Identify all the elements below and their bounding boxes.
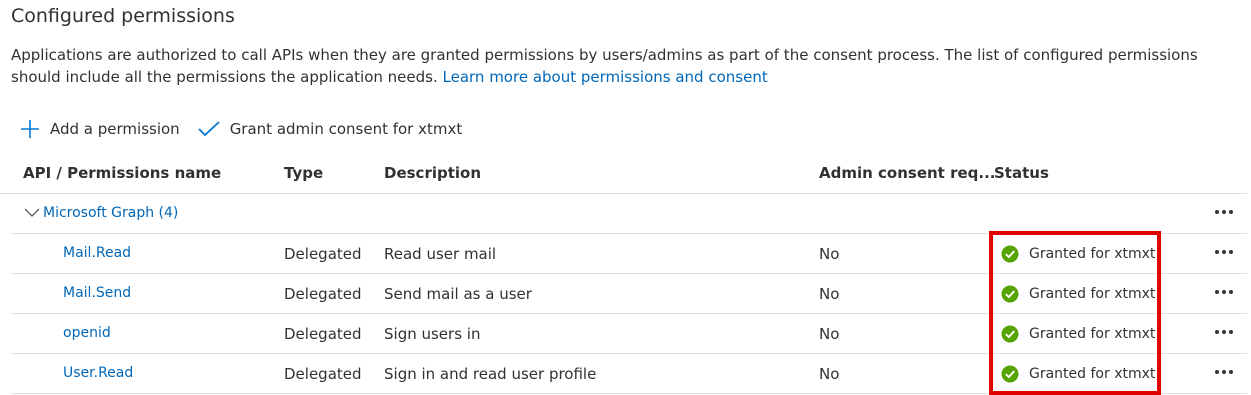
column-header-description[interactable]: Description [384, 164, 481, 182]
permission-description: Sign users in [384, 325, 481, 343]
check-circle-icon [1001, 365, 1019, 383]
more-horizontal-icon [1215, 370, 1219, 374]
column-header-admin-consent[interactable]: Admin consent req... [819, 164, 995, 182]
more-horizontal-icon [1215, 290, 1219, 294]
more-horizontal-icon [1215, 210, 1219, 214]
permission-link[interactable]: Mail.Read [63, 245, 131, 261]
table-row: User.Read Delegated Sign in and read use… [11, 354, 1247, 394]
page-description: Applications are authorized to call APIs… [11, 44, 1247, 88]
group-toggle-microsoft-graph[interactable]: Microsoft Graph (4) [23, 205, 178, 221]
more-options-button[interactable] [1211, 360, 1237, 384]
more-options-button[interactable] [1211, 240, 1237, 264]
chevron-down-icon [24, 208, 40, 217]
table-row: Mail.Send Delegated Send mail as a user … [11, 274, 1247, 314]
check-circle-icon [1001, 325, 1019, 343]
checkmark-icon [198, 121, 220, 137]
more-horizontal-icon [1215, 250, 1219, 254]
column-header-type[interactable]: Type [284, 164, 323, 182]
table-header: API / Permissions name Type Description … [0, 157, 1247, 194]
status-badge: Granted for xtmxt [1001, 245, 1155, 263]
admin-consent-value: No [819, 285, 840, 303]
plus-icon [21, 120, 39, 138]
permission-description: Send mail as a user [384, 285, 532, 303]
table-row: openid Delegated Sign users in No Grante… [11, 314, 1247, 354]
permission-link[interactable]: openid [63, 325, 111, 341]
permission-link[interactable]: User.Read [63, 365, 133, 381]
more-options-button[interactable] [1211, 200, 1237, 224]
admin-consent-value: No [819, 245, 840, 263]
status-text: Granted for xtmxt [1029, 366, 1156, 382]
table-row: Mail.Read Delegated Read user mail No Gr… [11, 234, 1247, 274]
learn-more-link[interactable]: Learn more about permissions and consent [443, 68, 768, 86]
check-circle-icon [1001, 245, 1019, 263]
grant-admin-consent-label: Grant admin consent for xtmxt [229, 120, 463, 138]
permission-description: Sign in and read user profile [384, 365, 597, 383]
permission-type: Delegated [284, 365, 362, 383]
page-title: Configured permissions [11, 5, 235, 27]
status-badge: Granted for xtmxt [1001, 325, 1155, 343]
check-circle-icon [1001, 285, 1019, 303]
admin-consent-value: No [819, 325, 840, 343]
permission-link[interactable]: Mail.Send [63, 285, 131, 301]
more-options-button[interactable] [1211, 280, 1237, 304]
command-bar: Add a permission Grant admin consent for… [20, 115, 480, 143]
status-text: Granted for xtmxt [1029, 286, 1156, 302]
status-text: Granted for xtmxt [1029, 326, 1156, 342]
permission-type: Delegated [284, 245, 362, 263]
column-header-name[interactable]: API / Permissions name [23, 164, 221, 182]
more-options-button[interactable] [1211, 320, 1237, 344]
permission-description: Read user mail [384, 245, 497, 263]
more-horizontal-icon [1215, 330, 1219, 334]
status-badge: Granted for xtmxt [1001, 285, 1155, 303]
permission-type: Delegated [284, 285, 362, 303]
grant-admin-consent-button[interactable]: Grant admin consent for xtmxt [198, 120, 463, 138]
column-header-status[interactable]: Status [994, 164, 1049, 182]
permission-type: Delegated [284, 325, 362, 343]
status-text: Granted for xtmxt [1029, 246, 1156, 262]
status-badge: Granted for xtmxt [1001, 365, 1155, 383]
group-label: Microsoft Graph (4) [43, 205, 179, 221]
group-row: Microsoft Graph (4) [11, 194, 1247, 234]
add-permission-button[interactable]: Add a permission [20, 119, 180, 139]
admin-consent-value: No [819, 365, 840, 383]
add-permission-label: Add a permission [50, 120, 180, 138]
